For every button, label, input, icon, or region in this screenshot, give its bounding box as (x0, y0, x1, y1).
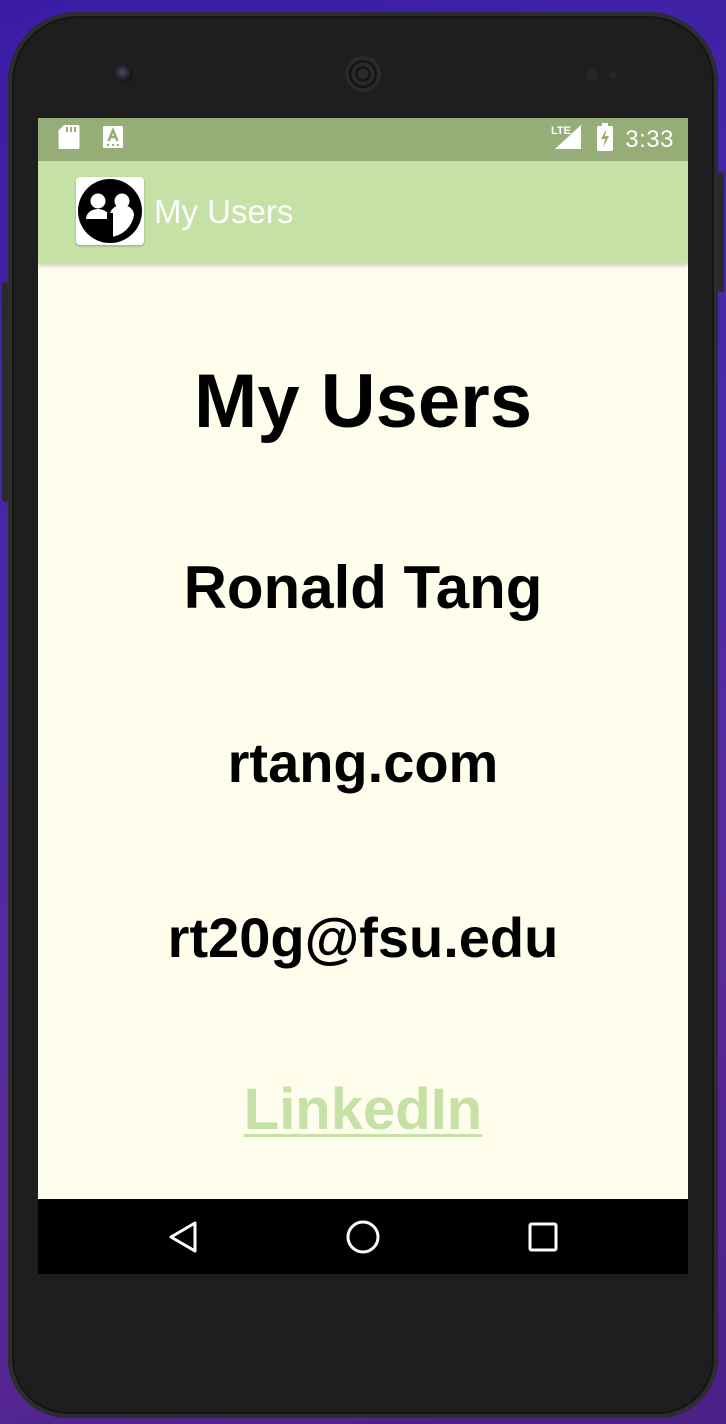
status-system: LTE 3:33 (551, 118, 674, 161)
keyboard-a-icon (102, 125, 124, 154)
user-website: rtang.com (227, 731, 499, 794)
light-sensor (609, 71, 617, 79)
proximity-sensor (586, 69, 598, 81)
earpiece-speaker (345, 56, 381, 92)
status-time: 3:33 (625, 125, 674, 153)
home-button[interactable] (339, 1213, 387, 1261)
home-icon (346, 1220, 380, 1254)
front-camera (115, 65, 133, 83)
lte-signal-icon: LTE (551, 123, 585, 156)
lte-label: LTE (551, 125, 571, 137)
sd-card-icon (58, 124, 80, 155)
users-logo-icon (76, 177, 144, 245)
app-bar: My Users (38, 161, 688, 263)
battery-charging-icon (597, 123, 614, 156)
page-heading: My Users (194, 359, 532, 444)
power-button (718, 172, 724, 292)
back-button[interactable] (159, 1213, 207, 1261)
profile-content: My Users Ronald Tang rtang.com rt20g@fsu… (38, 263, 688, 1199)
phone-frame: LTE 3:33 My Users My Users Ronald Tang r… (2, 12, 724, 1418)
status-bar: LTE 3:33 (38, 118, 688, 161)
status-notifications (58, 118, 124, 161)
linkedin-link[interactable]: LinkedIn (244, 1077, 482, 1142)
back-icon (169, 1221, 197, 1253)
volume-button (2, 282, 8, 502)
recents-icon (528, 1222, 558, 1252)
user-email: rt20g@fsu.edu (167, 906, 559, 969)
recents-button[interactable] (519, 1213, 567, 1261)
navigation-bar (38, 1199, 688, 1274)
linkedin-link-row: LinkedIn (38, 1075, 688, 1145)
user-name: Ronald Tang (183, 554, 543, 621)
device-screen: LTE 3:33 My Users My Users Ronald Tang r… (38, 118, 688, 1274)
app-bar-title: My Users (154, 193, 294, 230)
